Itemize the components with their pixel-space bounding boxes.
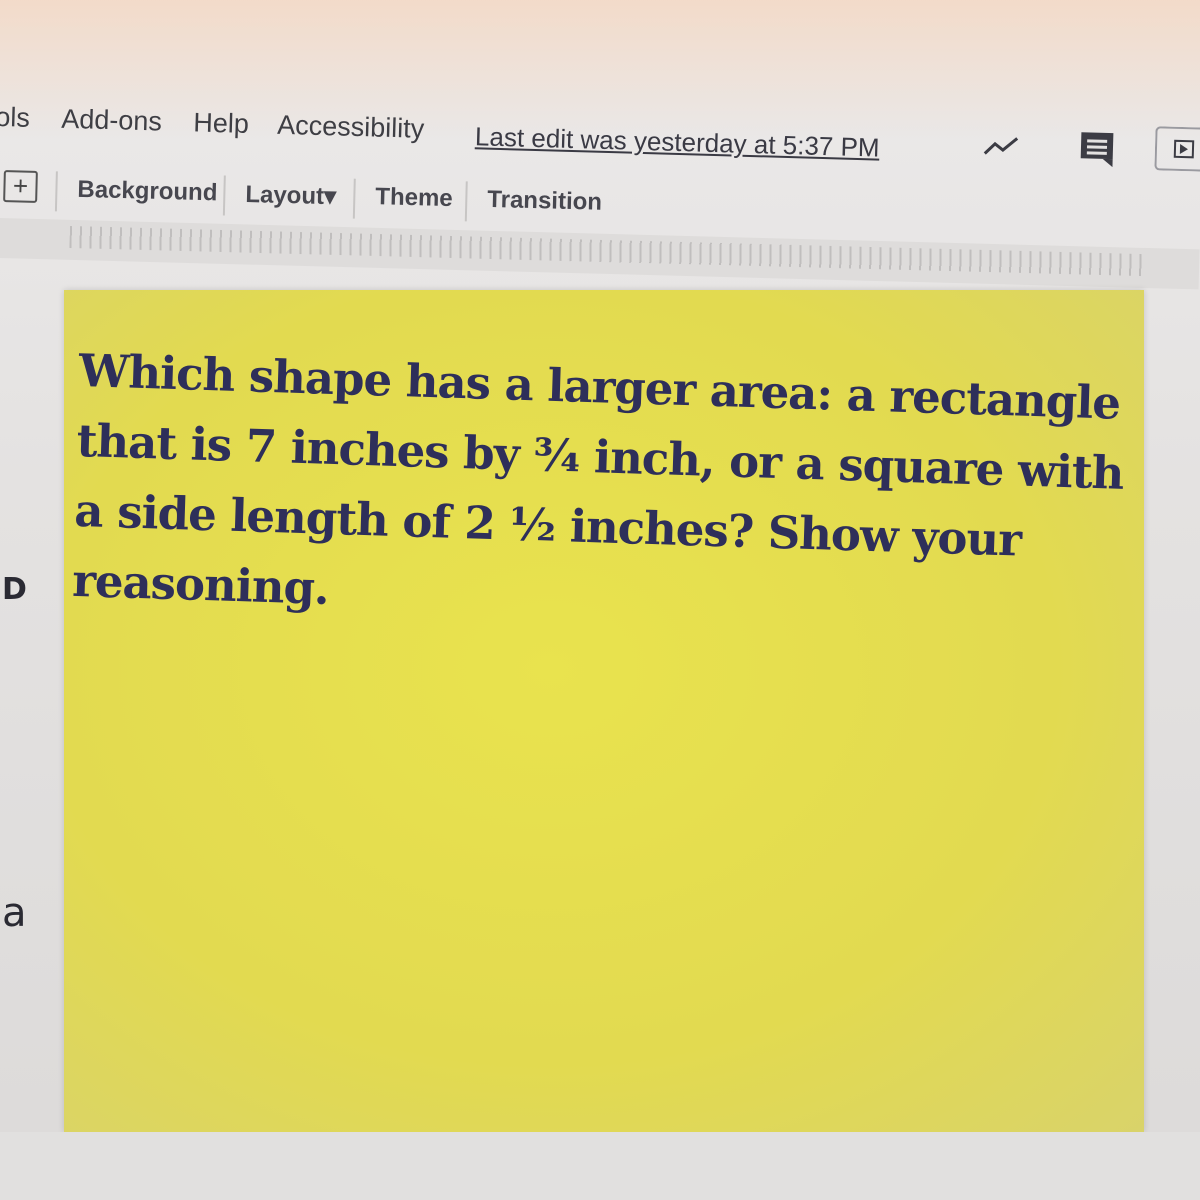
toolbar-divider — [222, 175, 226, 216]
background-button[interactable]: Background — [77, 176, 218, 207]
comments-icon[interactable] — [1078, 130, 1115, 173]
layout-button[interactable]: Layout▾ — [245, 180, 336, 211]
activity-icon[interactable] — [982, 133, 1021, 164]
chevron-down-icon: ▾ — [323, 182, 337, 211]
last-edit-link[interactable]: Last edit was yesterday at 5:37 PM — [475, 121, 880, 163]
menu-addons[interactable]: Add-ons — [61, 104, 162, 138]
menu-tools[interactable]: ols — [0, 102, 30, 134]
layout-label: Layout — [245, 181, 325, 210]
theme-button[interactable]: Theme — [375, 183, 453, 213]
toolbar-divider — [352, 178, 356, 219]
question-text[interactable]: Which shape has a larger area: a rectang… — [71, 336, 1139, 649]
transition-button[interactable]: Transition — [487, 186, 602, 217]
side-mark: a — [2, 890, 27, 936]
screen: ols Add-ons Help Accessibility Last edit… — [0, 0, 1200, 1200]
side-mark: D — [2, 572, 27, 607]
menu-accessibility[interactable]: Accessibility — [277, 110, 425, 145]
toolbar-divider — [464, 181, 468, 222]
add-icon[interactable]: + — [3, 170, 38, 203]
slide-canvas[interactable]: Which shape has a larger area: a rectang… — [64, 290, 1144, 1132]
menu-bar: ols Add-ons Help Accessibility Last edit… — [0, 96, 1200, 179]
menu-help[interactable]: Help — [193, 107, 249, 140]
present-icon[interactable] — [1154, 126, 1200, 177]
toolbar-divider — [54, 171, 58, 212]
speaker-notes-area[interactable] — [0, 1132, 1200, 1200]
